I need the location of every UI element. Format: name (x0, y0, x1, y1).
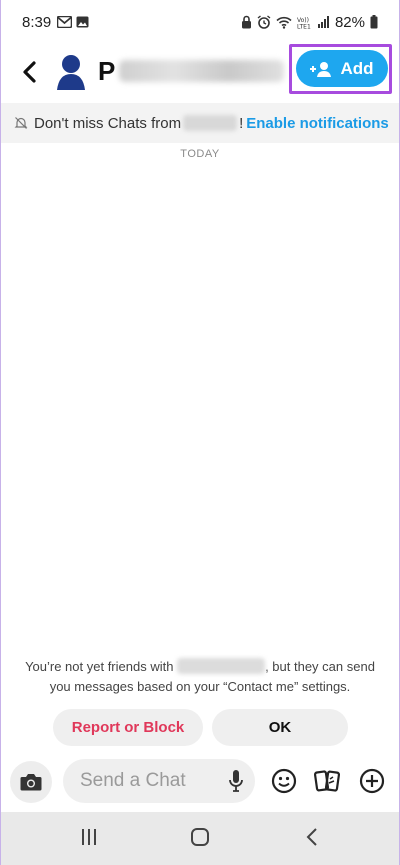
ok-label: OK (268, 719, 292, 736)
notice-suffix: ! (239, 114, 244, 132)
redacted-name (183, 115, 238, 131)
notification-icons (57, 16, 89, 28)
report-or-block-button[interactable]: Report or Block (53, 709, 203, 746)
plus-circle-icon[interactable] (358, 767, 386, 795)
camera-button[interactable] (10, 761, 52, 803)
bitmoji-avatar-icon (57, 55, 85, 90)
bell-off-icon (14, 117, 28, 129)
svg-text:LTE1: LTE1 (297, 23, 311, 29)
volte-icon: Vo))LTE1 (297, 17, 311, 29)
report-label: Report or Block (71, 719, 185, 736)
info-text-3: you messages based on your “Contact me” … (49, 679, 351, 694)
chat-input[interactable]: Send a Chat (63, 759, 255, 803)
friend-status-message: You’re not yet friends with , but they c… (0, 657, 400, 697)
alarm-icon (257, 15, 271, 29)
battery-percent: 82% (334, 13, 365, 31)
lock-icon (241, 15, 251, 29)
microphone-icon[interactable] (229, 770, 243, 792)
notice-text: Don't miss Chats from (34, 114, 182, 132)
redacted-name (177, 658, 266, 674)
gallery-icon (76, 16, 89, 28)
info-text-1: You’re not yet friends with (25, 659, 174, 674)
redacted-name (119, 60, 285, 82)
chat-header: P Add (0, 44, 400, 100)
avatar[interactable] (55, 52, 87, 92)
battery-icon (370, 15, 378, 29)
signal-icon (317, 16, 329, 28)
back-button[interactable] (16, 57, 42, 87)
back-nav-icon[interactable] (305, 827, 319, 847)
gmail-icon (57, 16, 73, 28)
home-icon[interactable] (190, 827, 210, 847)
contact-name[interactable]: P (98, 54, 285, 88)
camera-icon (20, 774, 42, 791)
smiley-icon[interactable] (270, 767, 298, 795)
date-divider: TODAY (180, 148, 220, 160)
info-text-2: , but they can send (265, 659, 375, 674)
enable-notifications-link[interactable]: Enable notifications (246, 115, 389, 132)
ok-button[interactable]: OK (212, 709, 348, 746)
contact-initial: P (98, 55, 116, 86)
wifi-icon (276, 16, 292, 29)
recents-icon[interactable] (80, 827, 98, 847)
chat-placeholder: Send a Chat (80, 770, 186, 791)
add-friend-button[interactable]: Add (296, 50, 388, 87)
status-time: 8:39 (22, 13, 52, 31)
add-friend-icon (310, 61, 332, 77)
cards-icon[interactable] (313, 767, 341, 795)
notification-banner: Don't miss Chats from ! Enable notificat… (0, 103, 400, 143)
chevron-left-icon (23, 61, 36, 83)
system-navigation-bar (0, 812, 400, 865)
add-label: Add (340, 58, 374, 78)
status-bar: 8:39 Vo)) LTE1 82% (0, 0, 400, 44)
